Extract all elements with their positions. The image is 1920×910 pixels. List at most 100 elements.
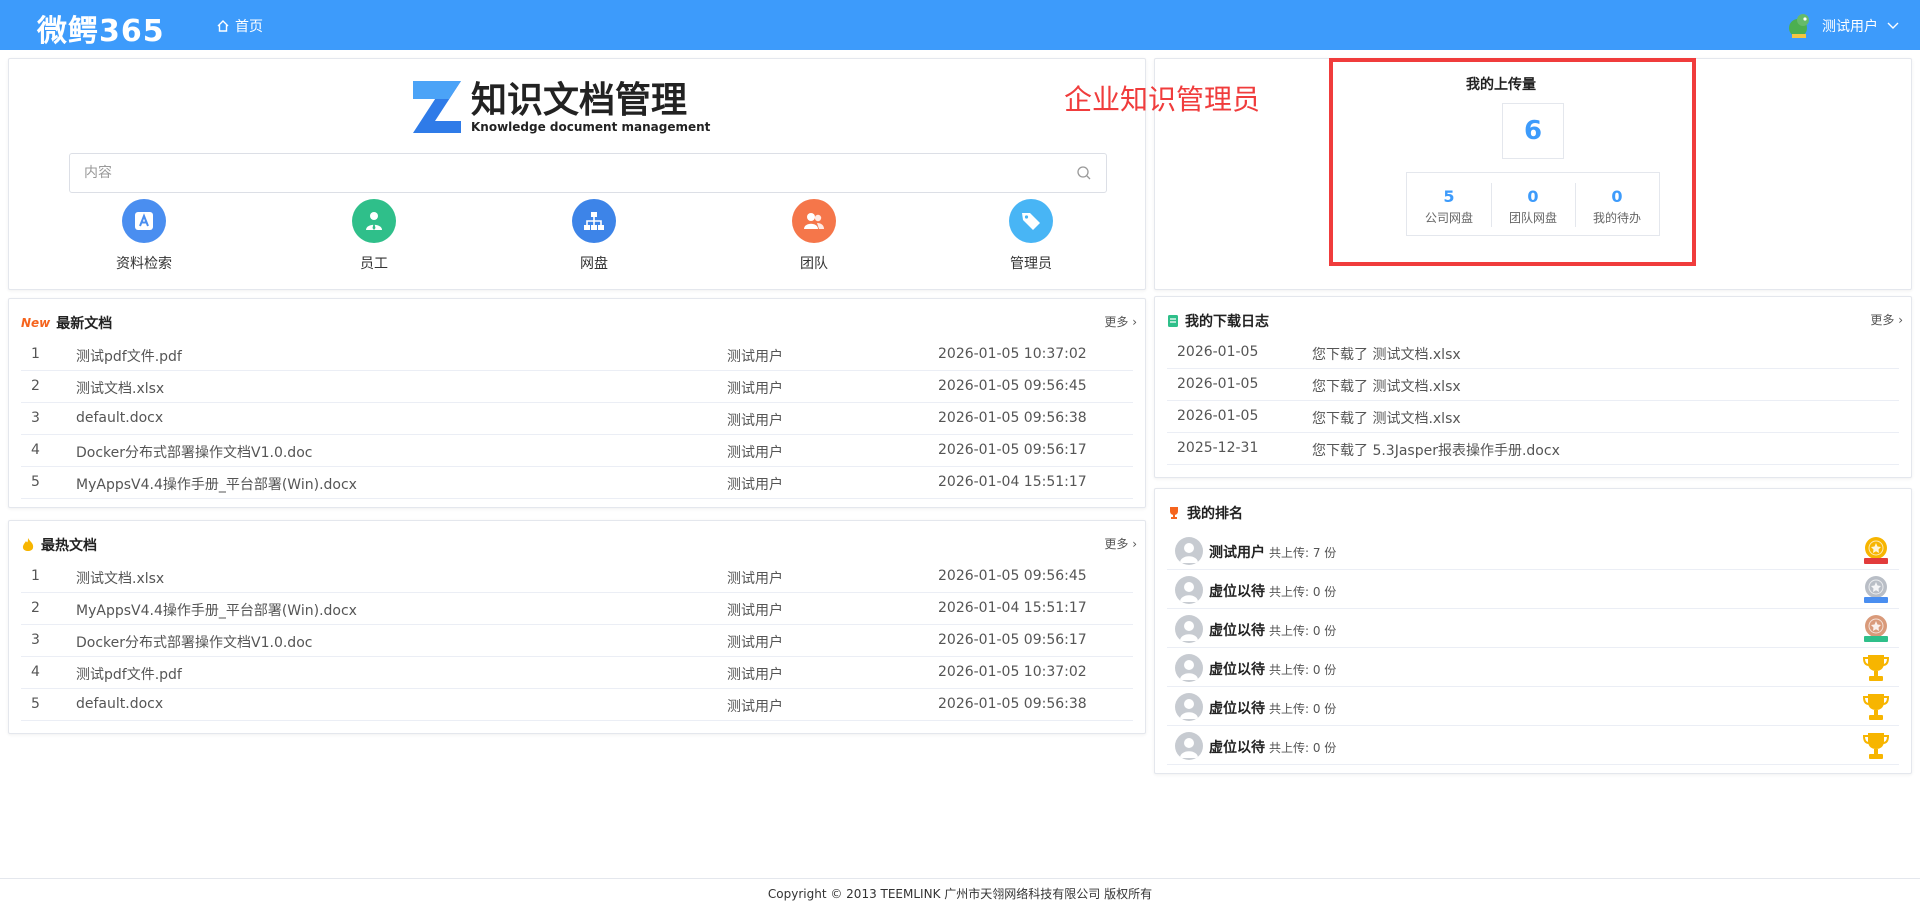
rank-user-name: 虚位以待 [1209,623,1265,639]
download-log-row: 2026-01-05 您下载了 测试文档.xlsx [1167,337,1899,369]
row-index: 5 [31,474,40,490]
gold-medal-icon [1861,535,1891,567]
rank-user-name: 虚位以待 [1209,701,1265,717]
rank-upload-count: 共上传: 0 份 [1269,624,1337,638]
avatar [1175,654,1203,682]
table-row[interactable]: 2 测试文档.xlsx 测试用户 2026-01-05 09:56:45 [21,371,1133,403]
trophy-icon [1861,652,1891,684]
doc-time: 2026-01-05 09:56:45 [938,568,1087,584]
table-row[interactable]: 2 MyAppsV4.4操作手册_平台部署(Win).docx 测试用户 2026-0… [21,593,1133,625]
stat-num: 0 [1611,187,1623,206]
stat-label: 团队网盘 [1508,211,1557,225]
table-row[interactable]: 4 Docker分布式部署操作文档V1.0.doc 测试用户 2026-01-05 0… [21,435,1133,467]
download-log-panel: 我的下载日志 更多 › 2026-01-05 您下载了 测试文档.xlsx 2026… [1154,296,1912,478]
rank-user-name: 虚位以待 [1209,662,1265,678]
quick-link-label: 资料检索 [116,256,172,272]
row-index: 3 [31,410,40,426]
trophy-icon [1861,730,1891,762]
doc-name-link[interactable]: Docker分布式部署操作文档V1.0.doc [76,632,312,652]
quick-link-label: 团队 [800,256,828,272]
doc-time: 2026-01-05 09:56:45 [938,378,1087,394]
network-disk-icon [572,199,616,243]
upload-title: 我的上传量 [1466,77,1536,93]
table-row[interactable]: 4 测试pdf文件.pdf 测试用户 2026-01-05 10:37:02 [21,657,1133,689]
latest-docs-header: New 最新文档 [21,313,112,333]
upload-stats: 5 公司网盘 0 团队网盘 0 我的待办 [1406,172,1660,236]
download-date: 2026-01-05 [1177,408,1259,424]
table-row[interactable]: 5 MyAppsV4.4操作手册_平台部署(Win).docx 测试用户 2026-0… [21,467,1133,499]
ranking-row: 虚位以待 共上传: 0 份 [1167,726,1899,765]
row-index: 2 [31,600,40,616]
rank-upload-count: 共上传: 0 份 [1269,741,1337,755]
hot-docs-header: 最热文档 [21,535,97,555]
stat-company-disk[interactable]: 5 公司网盘 [1407,173,1491,235]
trophy-icon [1861,691,1891,723]
doc-name-link[interactable]: 测试文档.xlsx [76,378,164,398]
doc-uploader: 测试用户 [727,635,783,651]
quick-link-label: 管理员 [1010,256,1052,272]
more-label: 更多 [1104,315,1129,329]
quick-link-network-disk[interactable]: 网盘 [534,199,654,273]
table-row[interactable]: 3 Docker分布式部署操作文档V1.0.doc 测试用户 2026-01-05 0… [21,625,1133,657]
latest-more-link[interactable]: 更多 › [1104,313,1137,330]
new-badge-icon: New [21,316,51,330]
ranking-row: 测试用户 共上传: 7 份 [1167,531,1899,570]
search-panel: 知识文档管理 Knowledge document management 资料检… [8,58,1146,290]
search-box [69,153,1107,193]
brand-logo-icon [413,81,461,133]
bronze-medal-icon [1861,613,1891,645]
avatar [1175,732,1203,760]
doc-name-link[interactable]: default.docx [76,410,163,426]
rank-user-name: 测试用户 [1209,545,1265,561]
doc-name-link[interactable]: default.docx [76,696,163,712]
nav-home-link[interactable]: 首页 [216,16,263,36]
doc-time: 2026-01-05 09:56:38 [938,410,1087,426]
download-log-row: 2025-12-31 您下载了 5.3Jasper报表操作手册.docx [1167,433,1899,465]
doc-time: 2026-01-04 15:51:17 [938,600,1087,616]
nav-home-label: 首页 [235,19,263,35]
annotation-label: 企业知识管理员 [1064,83,1261,116]
user-menu[interactable]: 测试用户 [1786,12,1900,40]
doc-time: 2026-01-05 09:56:17 [938,442,1087,458]
download-more-link[interactable]: 更多 › [1870,311,1903,328]
ranking-list: 测试用户 共上传: 7 份虚位以待 共上传: 0 份虚位以待 共上传: 0 份虚位以待… [1167,531,1899,765]
quick-link-admin[interactable]: 管理员 [971,199,1091,273]
doc-time: 2026-01-04 15:51:17 [938,474,1087,490]
team-icon [792,199,836,243]
doc-name-link[interactable]: 测试pdf文件.pdf [76,346,182,366]
search-icon[interactable] [1076,165,1092,181]
doc-name-link[interactable]: 测试文档.xlsx [76,568,164,588]
doc-name-link[interactable]: MyAppsV4.4操作手册_平台部署(Win).docx [76,600,357,620]
quick-link-team[interactable]: 团队 [754,199,874,273]
doc-name-link[interactable]: 测试pdf文件.pdf [76,664,182,684]
doc-name-link[interactable]: Docker分布式部署操作文档V1.0.doc [76,442,312,462]
table-row[interactable]: 3 default.docx 测试用户 2026-01-05 09:56:38 [21,403,1133,435]
quick-link-label: 网盘 [580,256,608,272]
row-index: 3 [31,632,40,648]
doc-time: 2026-01-05 09:56:38 [938,696,1087,712]
stat-team-disk[interactable]: 0 团队网盘 [1491,173,1575,235]
table-row[interactable]: 5 default.docx 测试用户 2026-01-05 09:56:38 [21,689,1133,721]
avatar [1175,576,1203,604]
rank-upload-count: 共上传: 7 份 [1269,546,1337,560]
stat-my-todo[interactable]: 0 我的待办 [1575,173,1659,235]
stat-label: 公司网盘 [1424,211,1473,225]
table-row[interactable]: 1 测试文档.xlsx 测试用户 2026-01-05 09:56:45 [21,561,1133,593]
quick-link-search-docs[interactable]: 资料检索 [84,199,204,273]
rank-upload-count: 共上传: 0 份 [1269,585,1337,599]
ranking-row: 虚位以待 共上传: 0 份 [1167,687,1899,726]
table-row[interactable]: 1 测试pdf文件.pdf 测试用户 2026-01-05 10:37:02 [21,339,1133,371]
latest-docs-panel: New 最新文档 更多 › 1 测试pdf文件.pdf 测试用户 2026-01-05… [8,298,1146,508]
search-input[interactable] [70,154,1030,192]
chevron-down-icon [1887,22,1899,29]
rank-user-name: 虚位以待 [1209,584,1265,600]
quick-link-employee[interactable]: 员工 [314,199,434,273]
download-date: 2025-12-31 [1177,440,1259,456]
top-bar: 微鳄365 首页 测试用户 [0,0,1920,50]
upload-count[interactable]: 6 [1502,103,1564,159]
download-log-header: 我的下载日志 [1167,311,1269,331]
hot-more-link[interactable]: 更多 › [1104,535,1137,552]
app-logo[interactable]: 微鳄365 [37,6,165,50]
latest-docs-title: 最新文档 [56,316,113,332]
doc-name-link[interactable]: MyAppsV4.4操作手册_平台部署(Win).docx [76,474,357,494]
